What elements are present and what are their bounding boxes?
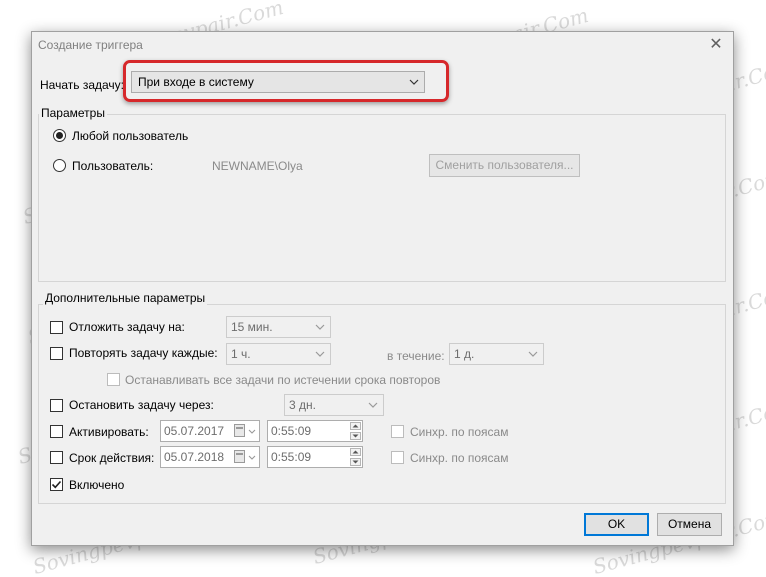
activate-sync-checkbox[interactable] xyxy=(391,425,404,438)
stop-after-checkbox[interactable] xyxy=(50,399,63,412)
expire-checkbox[interactable] xyxy=(50,451,63,464)
chevron-down-icon xyxy=(527,344,539,364)
delay-checkbox[interactable] xyxy=(50,321,63,334)
chevron-down-icon xyxy=(314,317,326,337)
activate-time-value: 0:55:09 xyxy=(271,424,312,438)
stop-after-value: 3 дн. xyxy=(289,398,316,412)
any-user-label[interactable]: Любой пользователь xyxy=(72,129,188,143)
spin-down-icon[interactable] xyxy=(350,432,361,440)
expire-date-value: 05.07.2018 xyxy=(164,450,225,464)
stop-all-checkbox[interactable] xyxy=(107,373,120,386)
spin-down-icon[interactable] xyxy=(350,458,361,466)
specific-user-label[interactable]: Пользователь: xyxy=(72,159,153,173)
enabled-checkbox[interactable] xyxy=(50,478,63,491)
specific-user-radio[interactable] xyxy=(53,159,66,172)
repeat-interval-select[interactable]: 1 ч. xyxy=(226,343,331,365)
spin-up-icon[interactable] xyxy=(350,422,361,430)
chevron-down-icon xyxy=(247,421,257,441)
calendar-icon[interactable] xyxy=(234,424,245,437)
repeat-duration-select[interactable]: 1 д. xyxy=(449,343,544,365)
expire-time-field[interactable]: 0:55:09 xyxy=(267,446,363,468)
expire-sync-checkbox[interactable] xyxy=(391,451,404,464)
any-user-radio[interactable] xyxy=(53,129,66,142)
repeat-label[interactable]: Повторять задачу каждые: xyxy=(69,346,218,360)
stop-all-label: Останавливать все задачи по истечении ср… xyxy=(125,373,441,387)
activate-sync-label: Синхр. по поясам xyxy=(410,425,509,439)
cancel-button[interactable]: Отмена xyxy=(657,513,722,536)
highlight-frame xyxy=(123,60,449,102)
delay-select[interactable]: 15 мин. xyxy=(226,316,331,338)
activate-date-field[interactable]: 05.07.2017 xyxy=(160,420,260,442)
activate-label[interactable]: Активировать: xyxy=(69,425,149,439)
begin-task-label: Начать задачу: xyxy=(40,78,124,92)
repeat-interval-value: 1 ч. xyxy=(231,347,251,361)
time-spinner[interactable] xyxy=(350,422,361,440)
repeat-duration-value: 1 д. xyxy=(454,347,475,361)
chevron-down-icon xyxy=(314,344,326,364)
repeat-duration-label: в течение: xyxy=(387,349,445,363)
time-spinner[interactable] xyxy=(350,448,361,466)
user-name-value: NEWNAME\Olya xyxy=(212,159,303,173)
delay-label[interactable]: Отложить задачу на: xyxy=(69,320,185,334)
expire-time-value: 0:55:09 xyxy=(271,450,312,464)
delay-value: 15 мин. xyxy=(231,320,273,334)
activate-checkbox[interactable] xyxy=(50,425,63,438)
repeat-checkbox[interactable] xyxy=(50,347,63,360)
activate-time-field[interactable]: 0:55:09 xyxy=(267,420,363,442)
ok-button[interactable]: OK xyxy=(584,513,649,536)
change-user-button[interactable]: Сменить пользователя... xyxy=(429,154,580,177)
stop-after-label[interactable]: Остановить задачу через: xyxy=(69,398,214,412)
radio-dot xyxy=(56,132,63,139)
expire-sync-label: Синхр. по поясам xyxy=(410,451,509,465)
expire-label[interactable]: Срок действия: xyxy=(69,451,154,465)
dialog-title: Создание триггера xyxy=(38,38,143,52)
chevron-down-icon xyxy=(247,447,257,467)
stop-after-select[interactable]: 3 дн. xyxy=(284,394,384,416)
spin-up-icon[interactable] xyxy=(350,448,361,456)
parameters-title: Параметры xyxy=(39,106,107,120)
calendar-icon[interactable] xyxy=(234,450,245,463)
enabled-label[interactable]: Включено xyxy=(69,478,124,492)
create-trigger-dialog: Создание триггера ✕ Начать задачу: При в… xyxy=(31,31,734,546)
activate-date-value: 05.07.2017 xyxy=(164,424,225,438)
expire-date-field[interactable]: 05.07.2018 xyxy=(160,446,260,468)
chevron-down-icon xyxy=(367,395,379,415)
checkmark-icon xyxy=(51,480,62,489)
close-icon[interactable]: ✕ xyxy=(707,36,725,54)
advanced-title: Дополнительные параметры xyxy=(43,291,208,305)
